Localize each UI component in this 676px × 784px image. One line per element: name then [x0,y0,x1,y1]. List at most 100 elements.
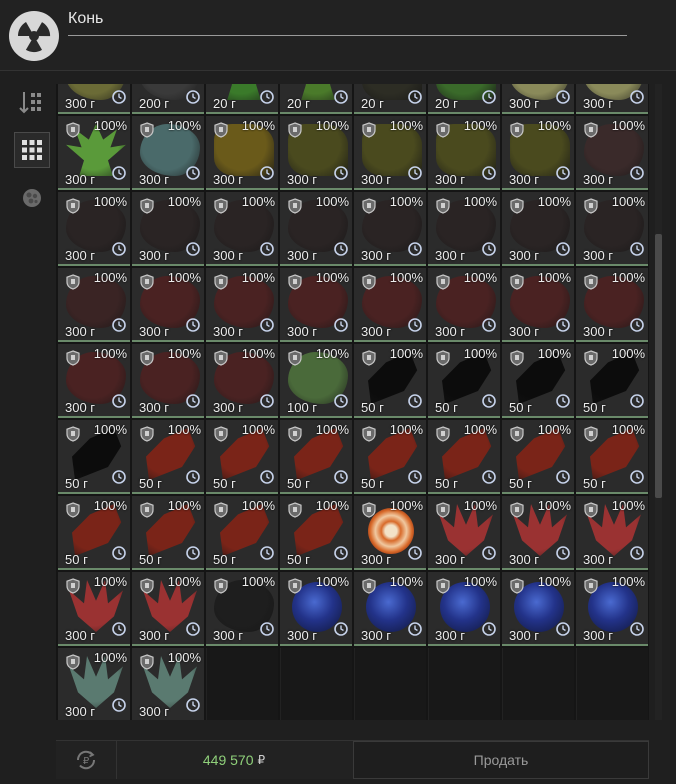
item-weight: 300 г [509,552,540,567]
inventory-slot[interactable]: 100% 50 г [354,420,426,494]
inventory-slot[interactable]: 100% 300 г [354,572,426,646]
timer-clock-icon [482,546,496,565]
inventory-slot[interactable]: 20 г [354,84,426,114]
inventory-slot[interactable]: 20 г [280,84,352,114]
protection-shield-icon [436,350,450,371]
inventory-slot[interactable]: 100% 300 г [206,572,278,646]
inventory-slot[interactable]: 100% 300 г [132,116,204,190]
empty-slot[interactable] [576,648,648,720]
empty-slot[interactable] [502,648,574,720]
inventory-slot[interactable]: 100% 300 г [280,116,352,190]
inventory-slot[interactable]: 100% 300 г [428,116,500,190]
inventory-grid-frame[interactable]: 300 г 200 г 20 г 20 г 20 г 20 г 300 г 300 г 100%… [56,84,649,720]
timer-clock-icon [186,546,200,565]
protection-shield-icon [510,578,524,599]
inventory-slot[interactable]: 100% 300 г [576,268,648,342]
scrollbar-thumb[interactable] [655,234,662,498]
inventory-slot[interactable]: 100% 300 г [502,116,574,190]
inventory-slot[interactable]: 100% 300 г [206,192,278,266]
sort-button[interactable] [14,84,50,120]
timer-clock-icon [556,470,570,489]
inventory-slot[interactable]: 100% 50 г [58,420,130,494]
empty-slot[interactable] [206,648,278,720]
durability-percent: 100% [537,346,571,361]
sell-currency-button[interactable]: ₽ [56,741,117,779]
inventory-slot[interactable]: 300 г [502,84,574,114]
inventory-slot[interactable]: 100% 300 г [132,344,204,418]
sell-button[interactable]: Продать [353,741,649,779]
inventory-slot[interactable]: 100% 300 г [58,572,130,646]
inventory-slot[interactable]: 100% 300 г [428,268,500,342]
durability-percent: 100% [93,422,127,437]
inventory-slot[interactable]: 100% 300 г [354,496,426,570]
inventory-slot[interactable]: 100% 50 г [280,420,352,494]
inventory-slot[interactable]: 20 г [206,84,278,114]
inventory-slot[interactable]: 100% 300 г [132,192,204,266]
inventory-slot[interactable]: 100% 300 г [280,572,352,646]
inventory-slot[interactable]: 100% 50 г [58,496,130,570]
inventory-slot[interactable]: 100% 300 г [132,572,204,646]
inventory-slot[interactable]: 100% 300 г [132,648,204,720]
inventory-slot[interactable]: 100% 300 г [502,496,574,570]
inventory-slot[interactable]: 100% 50 г [132,420,204,494]
inventory-slot[interactable]: 100% 50 г [576,344,648,418]
inventory-slot[interactable]: 100% 50 г [280,496,352,570]
timer-clock-icon [630,546,644,565]
protection-shield-icon [362,426,376,447]
inventory-slot[interactable]: 100% 300 г [206,268,278,342]
inventory-slot[interactable]: 100% 50 г [206,420,278,494]
inventory-slot[interactable]: 100% 50 г [576,420,648,494]
inventory-slot[interactable]: 100% 300 г [354,192,426,266]
inventory-slot[interactable]: 100% 300 г [206,116,278,190]
durability-percent: 100% [167,422,201,437]
timer-clock-icon [630,394,644,413]
inventory-slot[interactable]: 100% 300 г [280,268,352,342]
inventory-slot[interactable]: 100% 300 г [502,572,574,646]
inventory-slot[interactable]: 100% 300 г [502,192,574,266]
inventory-slot[interactable]: 100% 300 г [58,192,130,266]
inventory-slot[interactable]: 100% 300 г [576,116,648,190]
inventory-slot[interactable]: 100% 50 г [132,496,204,570]
inventory-slot[interactable]: 100% 300 г [206,344,278,418]
empty-slot[interactable] [280,648,352,720]
inventory-slot[interactable]: 100% 300 г [354,268,426,342]
inventory-slot[interactable]: 100% 300 г [280,192,352,266]
inventory-slot[interactable]: 100% 50 г [428,420,500,494]
timer-clock-icon [630,242,644,261]
durability-percent: 100% [463,118,497,133]
timer-clock-icon [260,90,274,109]
ruble-cycle-icon: ₽ [76,750,96,770]
empty-slot[interactable] [428,648,500,720]
inventory-slot[interactable]: 100% 300 г [576,496,648,570]
inventory-slot[interactable]: 100% 300 г [502,268,574,342]
inventory-slot[interactable]: 100% 300 г [58,648,130,720]
inventory-slot[interactable]: 100% 300 г [428,192,500,266]
inventory-slot[interactable]: 100% 300 г [58,268,130,342]
inventory-slot[interactable]: 100% 50 г [502,344,574,418]
artifact-filter-button[interactable] [14,180,50,216]
durability-percent: 100% [241,270,275,285]
inventory-slot[interactable]: 100% 300 г [576,192,648,266]
inventory-slot[interactable]: 100% 50 г [206,496,278,570]
inventory-slot[interactable]: 300 г [58,84,130,114]
inventory-slot[interactable]: 100% 300 г [58,344,130,418]
scrollbar[interactable] [655,84,662,720]
inventory-slot[interactable]: 100% 50 г [354,344,426,418]
inventory-slot[interactable]: 200 г [132,84,204,114]
inventory-slot[interactable]: 100% 300 г [132,268,204,342]
inventory-slot[interactable]: 300 г [576,84,648,114]
inventory-slot[interactable]: 100% 50 г [502,420,574,494]
inventory-slot[interactable]: 100% 100 г [280,344,352,418]
inventory-slot[interactable]: 100% 300 г [58,116,130,190]
inventory-slot[interactable]: 100% 300 г [576,572,648,646]
item-weight: 300 г [139,400,170,415]
inventory-slot[interactable]: 100% 300 г [354,116,426,190]
inventory-slot[interactable]: 100% 300 г [428,496,500,570]
empty-slot[interactable] [354,648,426,720]
grid-view-button[interactable] [14,132,50,168]
item-weight: 50 г [213,552,236,567]
timer-clock-icon [112,90,126,109]
inventory-slot[interactable]: 100% 50 г [428,344,500,418]
inventory-slot[interactable]: 20 г [428,84,500,114]
inventory-slot[interactable]: 100% 300 г [428,572,500,646]
